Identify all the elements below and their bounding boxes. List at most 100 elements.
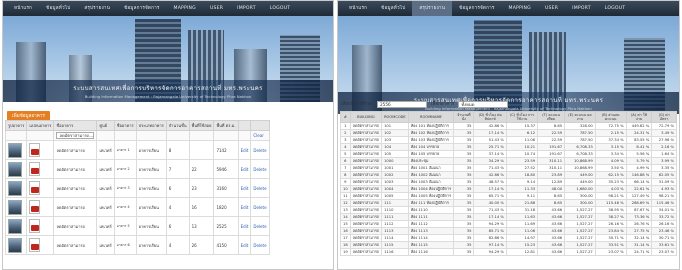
nav-item[interactable]: MAPPING <box>167 1 203 16</box>
pdf-icon[interactable] <box>29 143 41 157</box>
table-cell: 6 <box>340 157 351 165</box>
table-cell: 82.86 % <box>473 234 507 242</box>
table-cell: 23.59 <box>505 157 539 165</box>
building-label: อาคาร 4 <box>113 197 137 217</box>
building-label: อาคาร 2 <box>113 159 137 179</box>
main-nav: หน้าแรก ข้อมูลทั่วไป สรุปรายงาน ข้อมูลการจั… <box>3 1 333 16</box>
table-cell: 35 <box>453 234 475 242</box>
table-row[interactable]: 9 ลดอัตราสามารถ 1003 ห้อง 1003 สัมมนา 35 48.5… <box>340 178 677 186</box>
edit-link[interactable]: Edit <box>237 235 252 255</box>
filter-cell: Clear <box>250 130 270 141</box>
delete-link[interactable]: Delete <box>250 235 270 255</box>
table-cell: 18.80 <box>505 171 539 179</box>
year-select[interactable]: 2556 <box>376 101 427 108</box>
table-row[interactable]: 11 ลดอัตราสามารถ 1005 ห้อง 1005 ห้องปฏิบัติ… <box>340 192 677 200</box>
table-row: ลดอัตราสามารถ เทเวศร์ อาคาร 6 อาคารเรียน 4 26… <box>4 235 270 255</box>
table-row[interactable]: 15 ลดอัตราสามารถ 1112 ห้อง 1112 35 94.29 % 11.… <box>340 220 677 228</box>
pdf-icon[interactable] <box>29 219 41 233</box>
delete-link[interactable]: Delete <box>250 178 270 198</box>
table-row[interactable]: 1 ลดอัตราสามารถ 101 ห้อง 101 ห้องปฏิบัติการ… <box>340 122 677 130</box>
nav-item[interactable]: IMPORT <box>565 1 598 16</box>
nav-item[interactable]: IMPORT <box>230 1 263 16</box>
table-cell: 12 <box>340 199 351 207</box>
table-row[interactable]: 3 ลดอัตราสามารถ 103 ห้อง 103 ห้องปฏิบัติการ… <box>340 136 677 144</box>
building-filter-select[interactable]: ลดอัตราสามารถ... <box>56 132 95 139</box>
edit-link[interactable]: Edit <box>237 178 252 198</box>
pdf-icon[interactable] <box>29 162 41 176</box>
table-cell: 1000 <box>381 157 409 165</box>
table-cell: 33.51 % <box>594 241 627 249</box>
building-select[interactable]: ทั้งหมด <box>458 101 509 108</box>
clear-link[interactable]: Clear <box>253 133 263 138</box>
table-cell: ลดอัตราสามารถ <box>349 150 383 158</box>
table-row[interactable]: 7 ลดอัตราสามารถ 1001 ห้อง 1001 สัมมนา 35 71.4… <box>340 164 677 172</box>
nav-item[interactable]: LOGOUT <box>598 1 633 16</box>
nav-item[interactable]: ข้อมูลการจัดการ <box>452 1 501 16</box>
delete-link[interactable]: Delete <box>250 216 270 236</box>
table-row[interactable]: 17 ลดอัตราสามารถ 1114 ห้อง 1114 35 82.86 % 14.… <box>340 234 677 242</box>
table-row[interactable]: 13 ลดอัตราสามารถ 1110 ห้อง 1110 35 71.43 % 31.… <box>340 206 677 214</box>
nav-item[interactable]: ข้อมูลการจัดการ <box>117 1 166 16</box>
nav-item[interactable]: USER <box>538 1 565 16</box>
building-photo[interactable] <box>8 161 22 177</box>
column-header <box>250 120 270 131</box>
delete-link[interactable]: Delete <box>250 140 270 160</box>
table-cell: 1005 <box>381 192 409 200</box>
table-row[interactable]: 19 ลดอัตราสามารถ 1116 ห้อง 1116 35 94.29 % 12.… <box>340 248 677 256</box>
building-photo[interactable] <box>8 142 22 158</box>
table-row[interactable]: 5 ลดอัตราสามารถ 105 ห้อง 105 บรรยาย 35 37.14 … <box>340 150 677 158</box>
building-photo[interactable] <box>8 180 22 196</box>
edit-link[interactable]: Edit <box>237 197 252 217</box>
filter-cell <box>237 130 252 141</box>
nav-item[interactable]: หน้าแรก <box>342 1 374 16</box>
table-cell: 43.66 <box>537 220 566 228</box>
nav-item[interactable]: ข้อมูลทั่วไป <box>39 1 77 16</box>
pdf-icon[interactable] <box>29 200 41 214</box>
table-cell: 35 <box>453 192 475 200</box>
table-row[interactable]: 6 ลดอัตราสามารถ 1000 ห้องประชุม 35 34.29 % 23.… <box>340 157 677 165</box>
table-cell: 66.14 % <box>625 178 653 186</box>
edit-link[interactable]: Edit <box>237 140 252 160</box>
table-cell: 38.95 % <box>594 206 627 214</box>
table-row[interactable]: 10 ลดอัตราสามารถ 1004 ห้อง 1004 ห้องปฏิบัติ… <box>340 185 677 193</box>
nav-item[interactable]: ข้อมูลทั่วไป <box>374 1 412 16</box>
table-row[interactable]: 8 ลดอัตราสามารถ 1002 ห้อง 1002 สัมมนา 35 42.8… <box>340 171 677 179</box>
nav-item[interactable]: USER <box>203 1 230 16</box>
building-photo[interactable] <box>8 218 22 234</box>
table-cell: 10,868.99 <box>564 157 596 165</box>
nav-item[interactable]: สรุปรายงาน <box>412 1 453 16</box>
table-row[interactable]: 12 ลดอัตราสามารถ 111 ห้อง 111 ห้องปฏิบัติกา… <box>340 199 677 207</box>
floor-count: 8 <box>165 140 190 160</box>
table-cell: 191.67 <box>537 150 566 158</box>
filter-cell <box>213 130 239 141</box>
table-row[interactable]: 2 ลดอัตราสามารถ 102 ห้อง 102 ห้องปฏิบัติการ… <box>340 129 677 137</box>
table-cell: 43.66 <box>537 241 566 249</box>
building-filter-label: เลือกอาคาร <box>430 102 455 107</box>
nav-item[interactable]: MAPPING <box>502 1 538 16</box>
table-row[interactable]: 4 ลดอัตราสามารถ 104 ห้อง 104 บรรยาย 35 25.71 … <box>340 143 677 151</box>
table-cell: 35 <box>453 178 475 186</box>
nav-item[interactable]: LOGOUT <box>263 1 298 16</box>
edit-link[interactable]: Edit <box>237 159 252 179</box>
edit-link[interactable]: Edit <box>237 216 252 236</box>
nav-item[interactable]: หน้าแรก <box>7 1 39 16</box>
table-cell: 27.96 % <box>651 136 677 144</box>
pdf-icon[interactable] <box>29 181 41 195</box>
filter-cell <box>96 130 115 141</box>
table-row: ลดอัตราสามารถ เทเวศร์ อาคาร 2 อาคารเรียน 7 22… <box>4 159 270 179</box>
table-row[interactable]: 14 ลดอัตราสามารถ 1111 ห้อง 1111 35 17.14 % 11.… <box>340 213 677 221</box>
table-cell: 15 <box>340 220 351 228</box>
delete-link[interactable]: Delete <box>250 197 270 217</box>
table-cell: 34.29 % <box>473 157 507 165</box>
building-photo[interactable] <box>8 237 22 253</box>
table-cell: 35 <box>453 213 475 221</box>
delete-link[interactable]: Delete <box>250 159 270 179</box>
table-row[interactable]: 16 ลดอัตราสามารถ 1113 ห้อง 1113 35 85.71 % 11.… <box>340 227 677 235</box>
table-cell: 300.00 <box>564 192 596 200</box>
building-photo[interactable] <box>8 199 22 215</box>
building-type: อาคารเรียน <box>135 140 167 160</box>
pdf-icon[interactable] <box>29 238 41 252</box>
table-cell: ลดอัตราสามารถ <box>349 178 383 186</box>
table-row[interactable]: 18 ลดอัตราสามารถ 1115 ห้อง 1115 35 97.14 % 15.… <box>340 241 677 249</box>
nav-item[interactable]: สรุปรายงาน <box>77 1 117 16</box>
